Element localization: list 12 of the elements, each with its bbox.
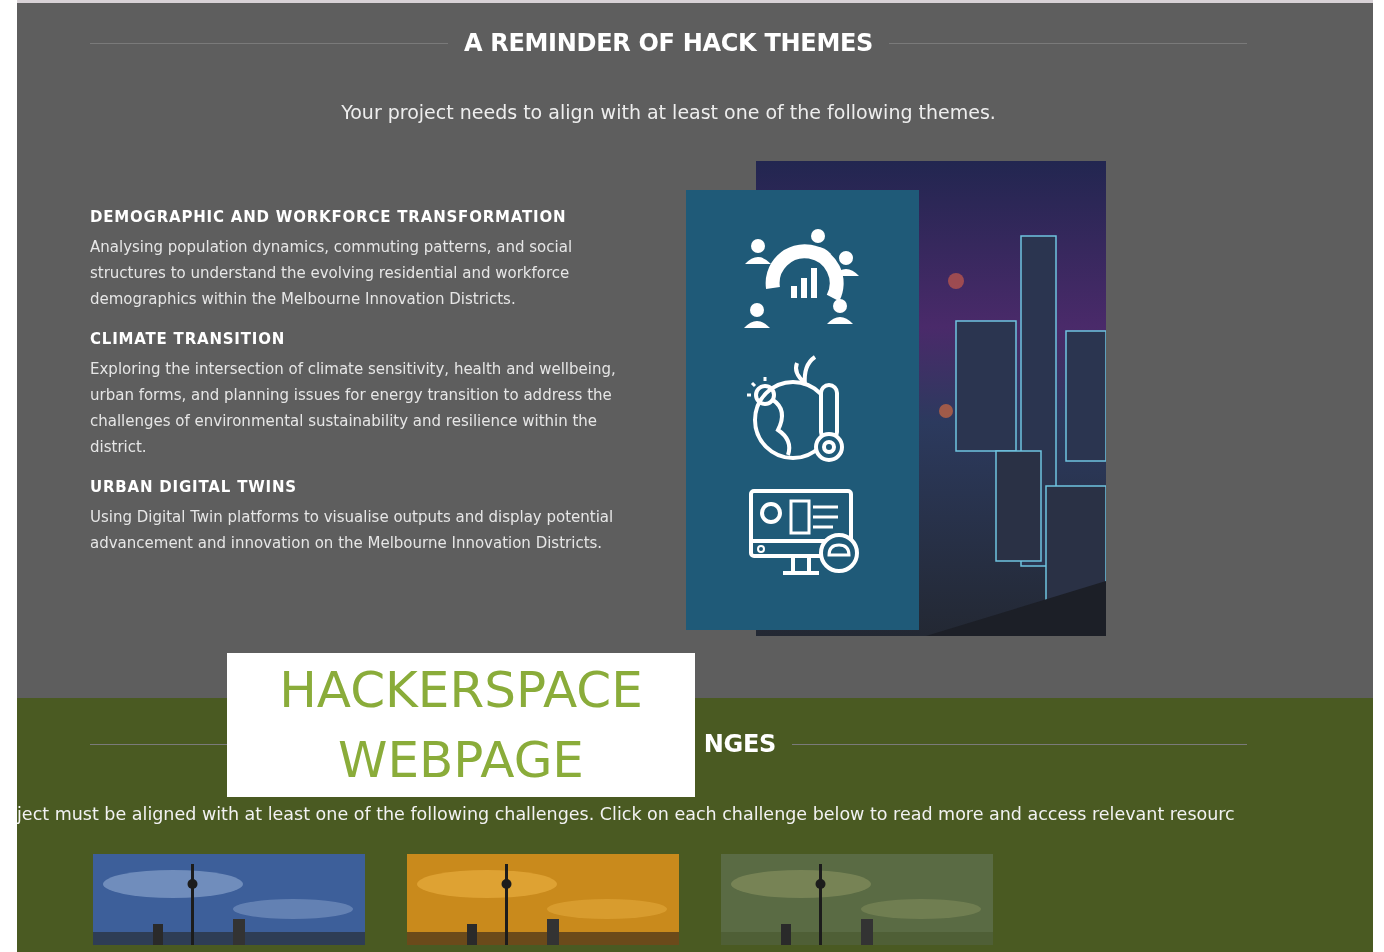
theme-title: URBAN DIGITAL TWINS: [90, 478, 298, 496]
theme-description: Exploring the intersection of climate sensitivity, health and wellbeing, urban forms, and planning issues for energy transition to address the challenges of environmental sustainability and resilience within the district.: [90, 359, 617, 458]
section-heading: A REMINDER OF HACK THEMES: [463, 29, 874, 57]
section-intro: ject must be aligned with at least one of the following challenges. Click on each challenge below to read more and access relevant resourc: [17, 804, 1236, 824]
overlay-text: WEBPAGE: [338, 730, 584, 791]
section-intro: Your project needs to align with at least one of the following themes.: [340, 101, 997, 123]
theme-description: Analysing population dynamics, commuting patterns, and social structures to understand the evolving residential and workforce demographics within the Melbourne Innovation Districts.: [90, 237, 574, 310]
section-heading: NGES: [703, 730, 776, 758]
overlay-text: HACKERSPACE: [279, 660, 643, 721]
theme-title: DEMOGRAPHIC AND WORKFORCE TRANSFORMATION: [90, 208, 568, 226]
theme-title: CLIMATE TRANSITION: [90, 330, 287, 348]
theme-description: Using Digital Twin platforms to visualise outputs and display potential advancement and innovation on the Melbourne Innovation Districts.: [90, 507, 615, 554]
